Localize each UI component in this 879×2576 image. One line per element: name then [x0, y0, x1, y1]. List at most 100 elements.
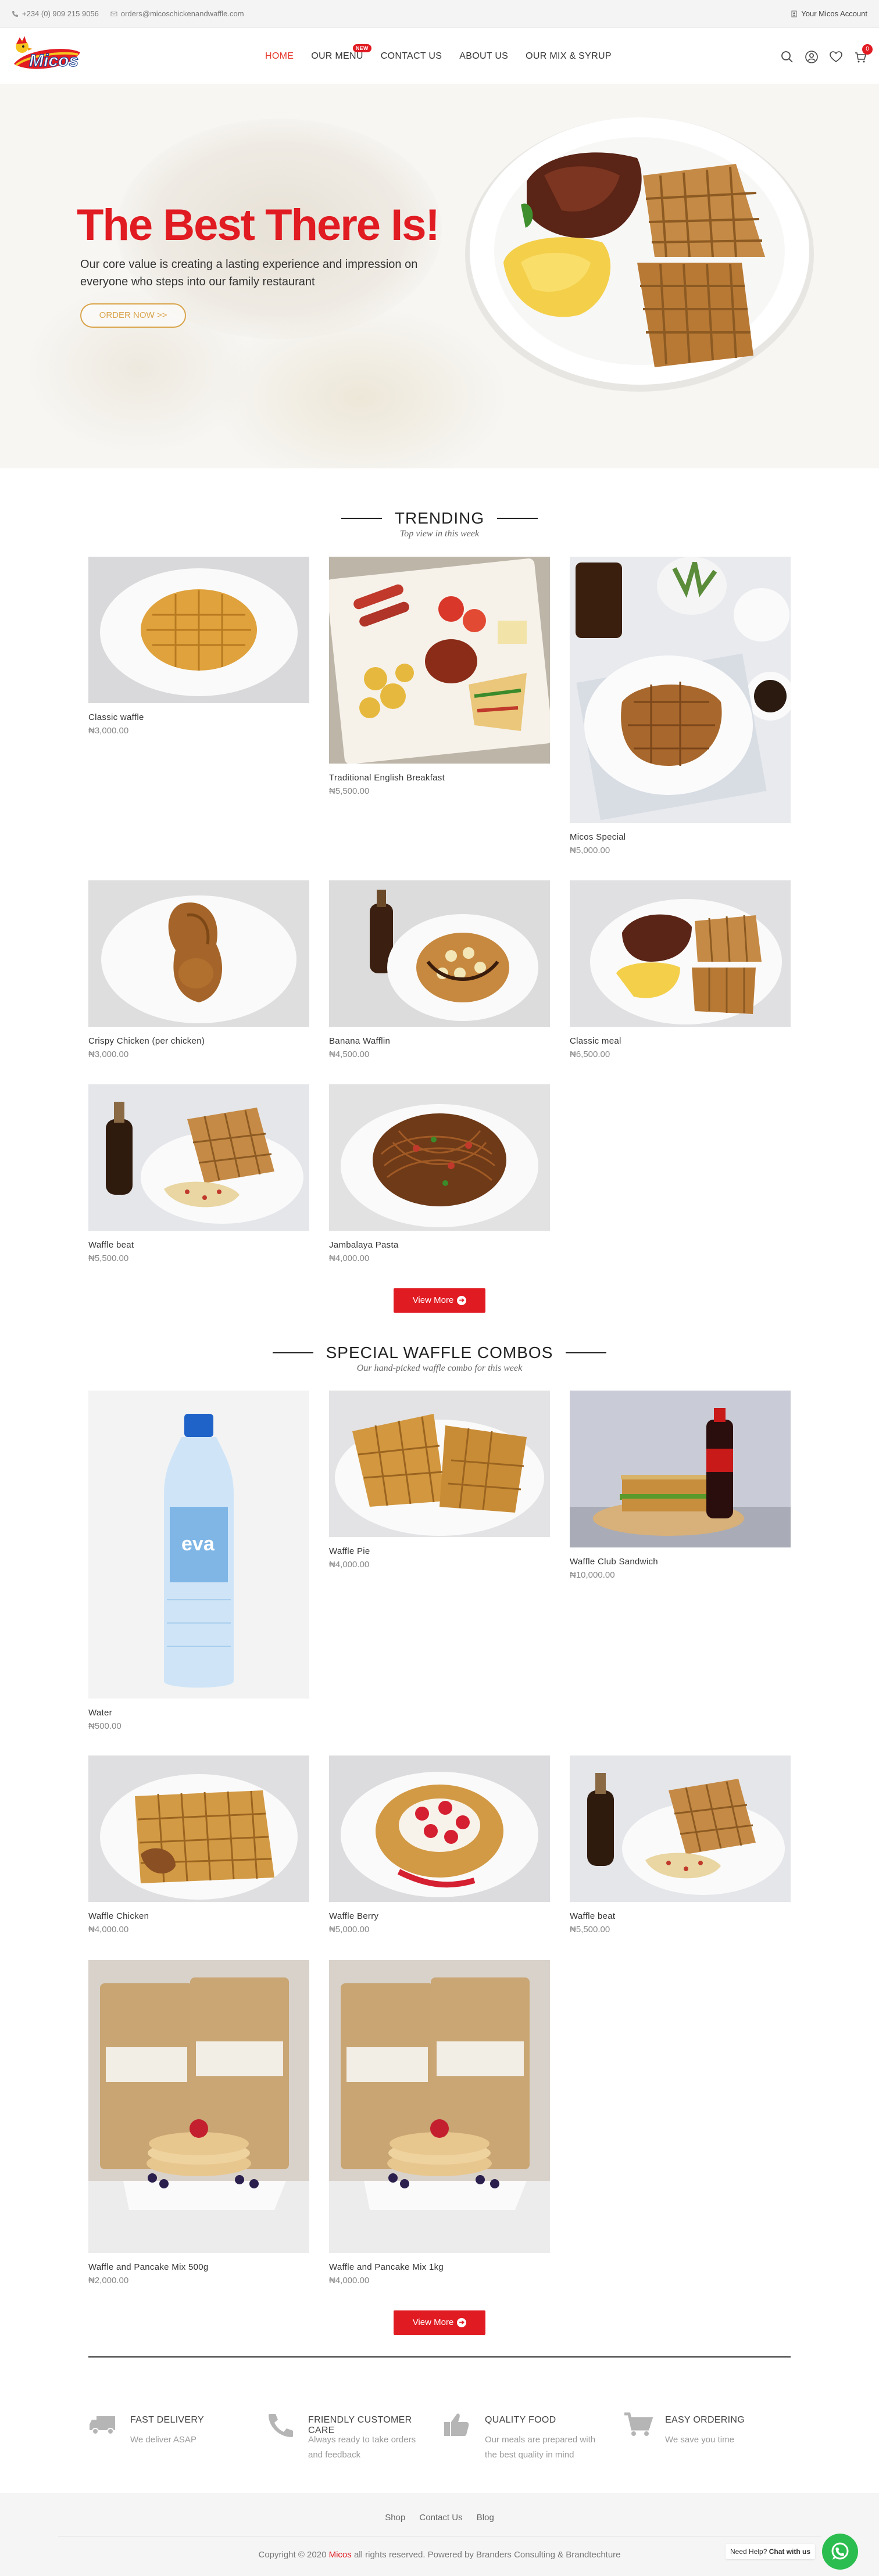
product-name[interactable]: Waffle Chicken — [88, 1911, 309, 1921]
waffle-beat-image — [570, 1755, 791, 1902]
product-name[interactable]: Jambalaya Pasta — [329, 1240, 550, 1250]
whatsapp-button[interactable] — [822, 2534, 859, 2570]
product-image[interactable] — [570, 1755, 791, 1902]
product-image[interactable] — [329, 1960, 550, 2253]
user-icon[interactable] — [805, 50, 819, 64]
nav-mix-syrup[interactable]: OUR MIX & SYRUP — [526, 51, 612, 62]
view-more-label: View More — [412, 1295, 454, 1305]
product-image[interactable] — [88, 557, 309, 703]
product-card[interactable]: Classic waffle ₦3,000.00 — [88, 557, 309, 736]
product-name[interactable]: Water — [88, 1708, 309, 1718]
product-name[interactable]: Waffle beat — [570, 1911, 791, 1921]
logo-text: Micos — [29, 51, 78, 70]
product-card[interactable]: Banana Wafflin ₦4,500.00 — [329, 880, 550, 1059]
product-image[interactable] — [329, 880, 550, 1027]
product-image[interactable]: eva — [88, 1391, 309, 1699]
email-text: orders@micoschickenandwaffle.com — [120, 9, 244, 18]
product-image[interactable] — [329, 1084, 550, 1231]
pancake-mix-500g-image — [88, 1960, 309, 2253]
product-card[interactable]: Classic meal ₦6,500.00 — [570, 880, 791, 1059]
product-name[interactable]: Crispy Chicken (per chicken) — [88, 1036, 309, 1046]
product-image[interactable] — [570, 1391, 791, 1547]
account-link[interactable]: Your Micos Account — [791, 9, 867, 18]
product-name[interactable]: Classic meal — [570, 1036, 791, 1046]
product-image[interactable] — [88, 1755, 309, 1902]
truck-icon — [90, 2416, 115, 2435]
product-image[interactable] — [570, 557, 791, 823]
product-price: ₦4,000.00 — [88, 1925, 129, 1934]
footer-link-contact[interactable]: Contact Us — [419, 2513, 462, 2523]
product-price: ₦5,500.00 — [88, 1253, 129, 1263]
footer-link-blog[interactable]: Blog — [477, 2513, 494, 2523]
product-card[interactable]: Waffle Chicken ₦4,000.00 — [88, 1755, 309, 1934]
classic-waffle-image — [88, 557, 309, 703]
email-link[interactable]: orders@micoschickenandwaffle.com — [110, 9, 244, 18]
product-card[interactable]: Waffle and Pancake Mix 1kg ₦4,000.00 — [329, 1960, 550, 2285]
product-card[interactable]: Waffle beat ₦5,500.00 — [570, 1755, 791, 1934]
phone-text: +234 (0) 909 215 9056 — [22, 9, 99, 18]
search-icon[interactable] — [780, 50, 794, 64]
whatsapp-icon — [831, 2542, 849, 2560]
nav-contact-us[interactable]: CONTACT US — [381, 51, 442, 62]
nav-about-us[interactable]: ABOUT US — [459, 51, 508, 62]
heart-icon[interactable] — [829, 50, 843, 64]
product-name[interactable]: Waffle and Pancake Mix 500g — [88, 2262, 309, 2272]
product-card[interactable]: Micos Special ₦5,000.00 — [570, 557, 791, 855]
product-price: ₦4,000.00 — [329, 1253, 370, 1263]
product-image[interactable] — [329, 1391, 550, 1537]
product-price: ₦6,500.00 — [570, 1049, 610, 1059]
product-card[interactable]: Waffle and Pancake Mix 500g ₦2,000.00 — [88, 1960, 309, 2285]
order-now-button[interactable]: ORDER NOW >> — [80, 303, 186, 328]
product-image[interactable] — [329, 557, 550, 764]
hero-subtitle: Our core value is creating a lasting exp… — [80, 258, 418, 288]
phone-link[interactable]: +234 (0) 909 215 9056 — [12, 9, 99, 18]
trending-view-more-button[interactable]: View More ➔ — [394, 1288, 485, 1313]
product-price: ₦5,500.00 — [570, 1925, 610, 1934]
nav-home[interactable]: HOME — [265, 51, 294, 62]
classic-meal-image — [570, 880, 791, 1027]
new-badge: NEW — [352, 44, 371, 52]
product-name[interactable]: Waffle beat — [88, 1240, 309, 1250]
product-image[interactable] — [329, 1755, 550, 1902]
waffle-beat-image — [88, 1084, 309, 1231]
product-image[interactable] — [88, 1084, 309, 1231]
phone-icon — [269, 2414, 293, 2437]
page: +234 (0) 909 215 9056 orders@micoschicke… — [0, 0, 879, 2576]
product-name[interactable]: Classic waffle — [88, 712, 309, 722]
product-price: ₦2,000.00 — [88, 2276, 129, 2285]
phone-icon — [12, 10, 18, 17]
product-card[interactable]: eva Water ₦500.00 — [88, 1391, 309, 1731]
micos-logo[interactable]: Micos — [8, 31, 84, 80]
product-name[interactable]: Banana Wafflin — [329, 1036, 550, 1046]
nav-our-menu[interactable]: OUR MENU NEW — [311, 44, 371, 62]
arrow-right-icon: ➔ — [457, 2318, 467, 2328]
product-price: ₦4,000.00 — [329, 1560, 370, 1570]
product-image[interactable] — [570, 880, 791, 1027]
product-name[interactable]: Waffle Pie — [329, 1546, 550, 1556]
product-card[interactable]: Traditional English Breakfast ₦5,500.00 — [329, 557, 550, 796]
section-divider — [88, 2356, 791, 2358]
product-name[interactable]: Waffle and Pancake Mix 1kg — [329, 2262, 550, 2272]
product-card[interactable]: Crispy Chicken (per chicken) ₦3,000.00 — [88, 880, 309, 1059]
product-card[interactable]: Waffle Pie ₦4,000.00 — [329, 1391, 550, 1570]
feature-desc: Our meals are prepared with the best qua… — [485, 2435, 596, 2460]
cart-button[interactable]: 0 — [853, 44, 873, 64]
footer-link-shop[interactable]: Shop — [385, 2513, 405, 2523]
product-card[interactable]: Waffle beat ₦5,500.00 — [88, 1084, 309, 1263]
product-name[interactable]: Waffle Berry — [329, 1911, 550, 1921]
main-nav: HOME OUR MENU NEW CONTACT US ABOUT US OUR… — [265, 44, 629, 62]
product-card[interactable]: Waffle Berry ₦5,000.00 — [329, 1755, 550, 1934]
heading-line — [566, 1352, 607, 1353]
trending-heading: TRENDING Top view in this week — [0, 509, 879, 539]
product-name[interactable]: Traditional English Breakfast — [329, 773, 550, 783]
product-card[interactable]: Waffle Club Sandwich ₦10,000.00 — [570, 1391, 791, 1580]
product-name[interactable]: Micos Special — [570, 832, 791, 842]
product-card[interactable]: Jambalaya Pasta ₦4,000.00 — [329, 1084, 550, 1263]
whatsapp-chat-widget[interactable]: Need Help? Chat with us — [726, 2534, 859, 2570]
product-name[interactable]: Waffle Club Sandwich — [570, 1557, 791, 1567]
copyright-brand-link[interactable]: Micos — [329, 2550, 352, 2560]
product-price: ₦5,500.00 — [329, 786, 370, 796]
combos-view-more-button[interactable]: View More ➔ — [394, 2310, 485, 2335]
product-image[interactable] — [88, 880, 309, 1027]
product-image[interactable] — [88, 1960, 309, 2253]
